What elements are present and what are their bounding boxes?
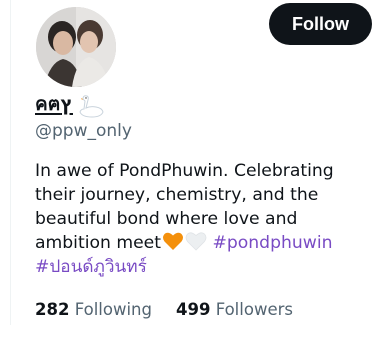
followers-count: 499 — [175, 300, 211, 319]
profile-card: Follow คฅץ @ppw_only In awe of PondPhuwi… — [0, 0, 390, 337]
timeline-divider — [10, 0, 11, 325]
follow-button[interactable]: Follow — [269, 3, 372, 45]
avatar-photo — [36, 7, 116, 87]
display-name-row: คฅץ — [35, 93, 104, 119]
following-link[interactable]: 282 Following — [35, 300, 152, 319]
bio-line: In awe of PondPhuwin. Celebrating — [35, 161, 334, 181]
bio-text: ambition meet — [35, 233, 161, 253]
following-count: 282 — [35, 300, 70, 319]
follow-button-label: Follow — [292, 13, 349, 34]
bio-line: their journey, chemistry, and the — [35, 185, 319, 205]
following-label: Following — [74, 300, 152, 319]
swan-icon — [76, 95, 104, 119]
follow-stats: 282 Following 499 Followers — [35, 300, 293, 319]
avatar[interactable] — [36, 7, 116, 87]
bio-line: beautiful bond where love and — [35, 209, 298, 229]
display-name[interactable]: คฅץ — [35, 89, 73, 119]
orange-heart-icon — [162, 231, 184, 251]
bio-line-with-hashtag: ambition meet #pondphuwin — [35, 231, 380, 255]
followers-label: Followers — [215, 300, 293, 319]
white-heart-icon — [185, 231, 207, 251]
hashtag-link[interactable]: #ปอนด์ภูวินทร์ — [35, 257, 147, 277]
bio-line: #ปอนด์ภูวินทร์ — [35, 255, 380, 279]
followers-link[interactable]: 499 Followers — [176, 300, 293, 319]
user-handle: @ppw_only — [35, 121, 132, 141]
bio: In awe of PondPhuwin. Celebrating their … — [35, 159, 380, 279]
hashtag-link[interactable]: #pondphuwin — [212, 233, 332, 253]
